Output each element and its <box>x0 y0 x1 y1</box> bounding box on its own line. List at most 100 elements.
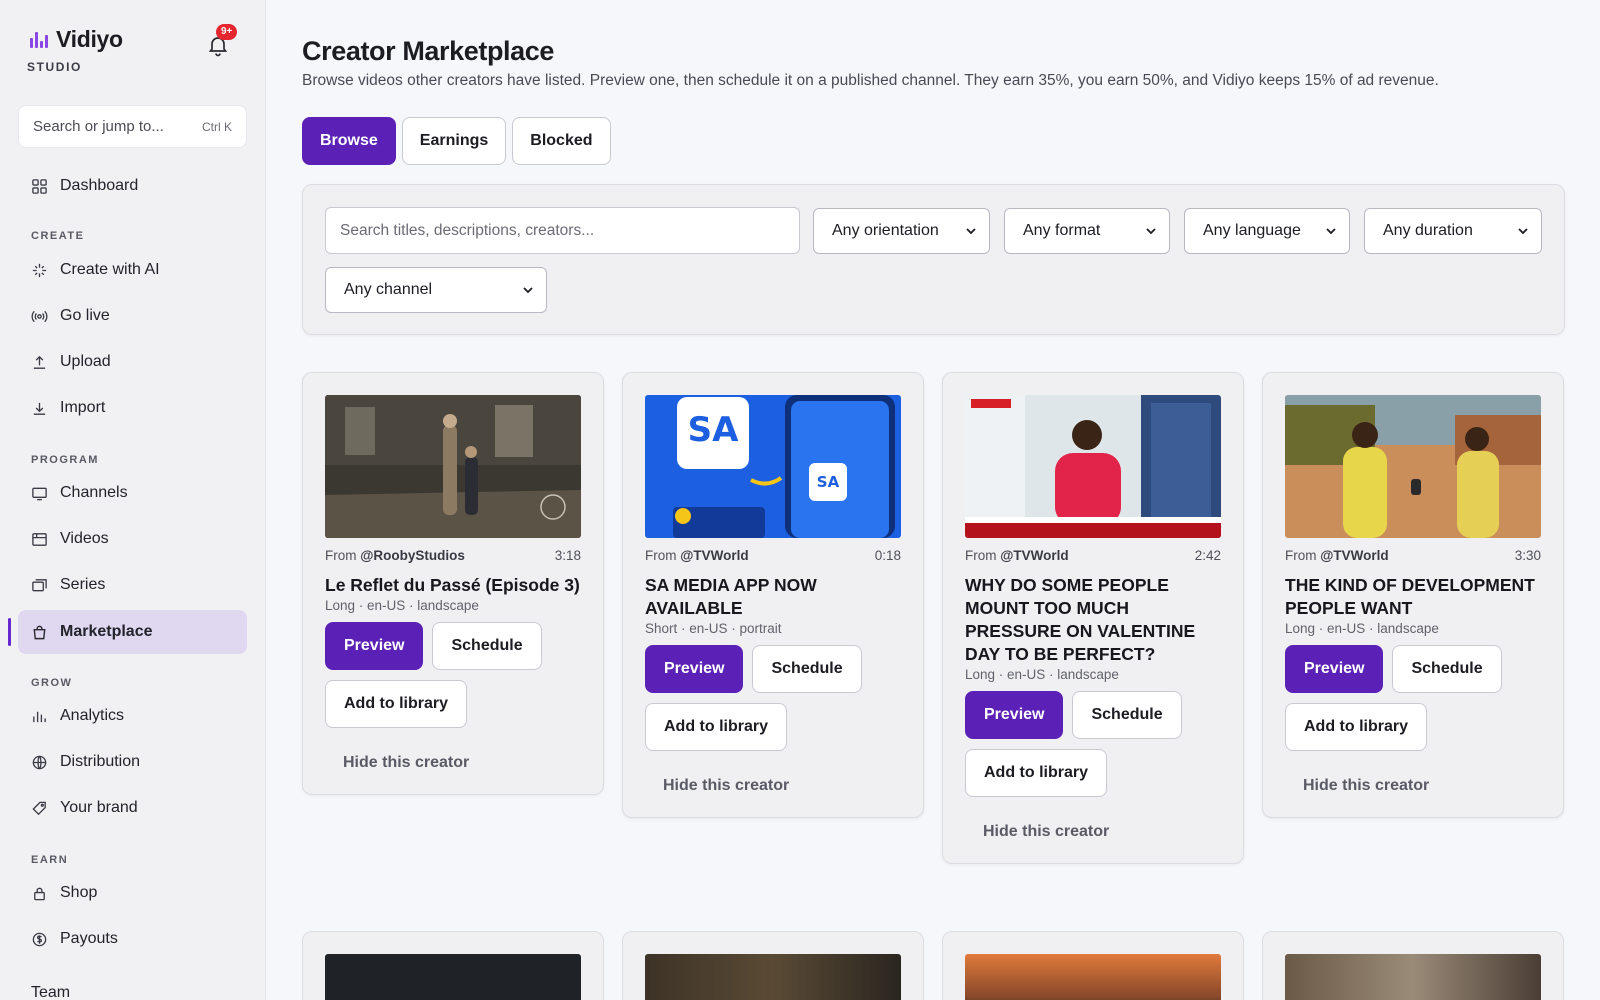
nav-group-create: CREATE <box>31 230 85 242</box>
nav-your-brand[interactable]: Your brand <box>18 786 247 830</box>
nav-label: Upload <box>60 353 111 370</box>
globe-icon <box>32 755 47 769</box>
broadcast-icon <box>31 310 48 322</box>
preview-button[interactable]: Preview <box>325 622 424 670</box>
app-sub: STUDIO <box>27 60 82 74</box>
video-thumbnail[interactable] <box>645 954 901 1000</box>
tab-browse[interactable]: Browse <box>302 117 396 165</box>
orientation-select[interactable]: Any orientation <box>813 208 990 254</box>
select-value: Any format <box>1023 222 1101 239</box>
monitor-icon <box>32 487 47 500</box>
nav-go-live[interactable]: Go live <box>18 294 247 338</box>
tab-blocked[interactable]: Blocked <box>512 117 611 165</box>
chevron-down-icon <box>966 228 976 235</box>
hide-creator-link[interactable]: Hide this creator <box>965 823 1221 863</box>
video-thumbnail[interactable]: SA SA <box>645 395 901 538</box>
nav-distribution[interactable]: Distribution <box>18 740 247 784</box>
nav-upload[interactable]: Upload <box>18 340 247 384</box>
nav-label: Import <box>60 399 106 416</box>
video-thumbnail[interactable] <box>965 954 1221 1000</box>
preview-button[interactable]: Preview <box>645 645 744 693</box>
creator-handle[interactable]: @TVWorld <box>1320 548 1388 563</box>
hide-creator-link[interactable]: Hide this creator <box>325 754 581 794</box>
creator-handle[interactable]: @TVWorld <box>680 548 748 563</box>
duration-select[interactable]: Any duration <box>1364 208 1542 254</box>
add-to-library-button[interactable]: Add to library <box>1285 703 1428 751</box>
channel-select[interactable]: Any channel <box>325 267 547 313</box>
nav-analytics[interactable]: Analytics <box>18 694 247 738</box>
tab-earnings[interactable]: Earnings <box>401 117 507 165</box>
nav-dashboard[interactable]: Dashboard <box>18 164 247 208</box>
sparkle-icon <box>32 263 47 277</box>
schedule-button[interactable]: Schedule <box>1392 645 1502 693</box>
chevron-down-icon <box>523 287 533 294</box>
app-name: Vidiyo <box>56 26 123 52</box>
nav-label: Shop <box>60 884 98 901</box>
video-title: SA MEDIA APP NOW AVAILABLE <box>645 575 817 618</box>
nav-label: Create with AI <box>60 261 160 278</box>
nav-group-earn: EARN <box>31 854 69 866</box>
nav-channels[interactable]: Channels <box>18 471 247 515</box>
nav-payouts[interactable]: Payouts <box>18 917 247 961</box>
jump-placeholder: Search or jump to... <box>33 118 164 135</box>
jump-shortcut: Ctrl K <box>202 119 232 134</box>
creator-line: From @TVWorld <box>645 548 749 563</box>
video-thumbnail[interactable] <box>325 395 581 538</box>
logo-icon <box>30 31 48 48</box>
add-to-library-button[interactable]: Add to library <box>325 680 468 728</box>
nav-label: Channels <box>60 484 128 501</box>
hide-creator-link[interactable]: Hide this creator <box>1285 777 1541 817</box>
video-meta: Short · en-US · portrait <box>645 621 782 636</box>
hide-creator-link[interactable]: Hide this creator <box>645 777 901 817</box>
schedule-button[interactable]: Schedule <box>752 645 862 693</box>
video-card <box>302 931 604 1000</box>
add-to-library-button[interactable]: Add to library <box>645 703 788 751</box>
jump-search[interactable]: Search or jump to... Ctrl K <box>18 105 247 148</box>
nav-videos[interactable]: Videos <box>18 517 247 561</box>
nav-label: Go live <box>60 307 110 324</box>
svg-text:SA: SA <box>817 473 840 491</box>
nav-create-ai[interactable]: Create with AI <box>18 248 247 292</box>
chevron-down-icon <box>1146 228 1156 235</box>
select-value: Any channel <box>344 281 433 298</box>
schedule-button[interactable]: Schedule <box>1072 691 1182 739</box>
nav-marketplace[interactable]: Marketplace <box>18 610 247 654</box>
language-select[interactable]: Any language <box>1184 208 1350 254</box>
video-title: WHY DO SOME PEOPLE MOUNT TOO MUCH PRESSU… <box>965 575 1196 664</box>
video-thumbnail[interactable] <box>965 395 1221 538</box>
dollar-icon <box>32 932 47 946</box>
sidebar: Vidiyo STUDIO 9+ Search or jump to... Ct… <box>0 0 266 1000</box>
video-card: From @TVWorld 2:42 WHY DO SOME PEOPLE MO… <box>942 372 1244 864</box>
search-input[interactable] <box>325 207 800 254</box>
add-to-library-button[interactable]: Add to library <box>965 749 1108 797</box>
creator-handle[interactable]: @TVWorld <box>1000 548 1068 563</box>
filter-panel: Any orientation Any format Any language … <box>302 184 1565 335</box>
upload-icon <box>33 355 46 369</box>
nav-series[interactable]: Series <box>18 563 247 607</box>
nav-shop[interactable]: Shop <box>18 871 247 915</box>
page-subtitle: Browse videos other creators have listed… <box>302 72 1439 89</box>
brand[interactable]: Vidiyo <box>30 26 123 53</box>
preview-button[interactable]: Preview <box>1285 645 1384 693</box>
creator-line: From @TVWorld <box>965 548 1069 563</box>
format-select[interactable]: Any format <box>1004 208 1170 254</box>
video-thumbnail[interactable] <box>1285 954 1541 1000</box>
creator-handle[interactable]: @RoobyStudios <box>360 548 465 563</box>
schedule-button[interactable]: Schedule <box>432 622 542 670</box>
video-card: SA SA From @TVWorld 0:18 SA MEDIA APP NO… <box>622 372 924 818</box>
nav-group-grow: GROW <box>31 677 73 689</box>
video-thumbnail[interactable] <box>1285 395 1541 538</box>
grid-icon <box>32 178 47 194</box>
preview-button[interactable]: Preview <box>965 691 1064 739</box>
video-meta-row: From @TVWorld 0:18 <box>645 548 901 563</box>
download-icon <box>33 402 46 415</box>
video-card: From @RoobyStudios 3:18 Le Reflet du Pas… <box>302 372 604 795</box>
video-thumbnail[interactable] <box>325 954 581 1000</box>
nav-import[interactable]: Import <box>18 386 247 430</box>
video-meta-row: From @TVWorld 3:30 <box>1285 548 1541 563</box>
video-title: THE KIND OF DEVELOPMENT PEOPLE WANT <box>1285 575 1535 618</box>
nav-label: Series <box>60 576 106 593</box>
nav-team[interactable]: Team <box>31 984 70 1000</box>
video-card <box>622 931 924 1000</box>
video-card <box>942 931 1244 1000</box>
